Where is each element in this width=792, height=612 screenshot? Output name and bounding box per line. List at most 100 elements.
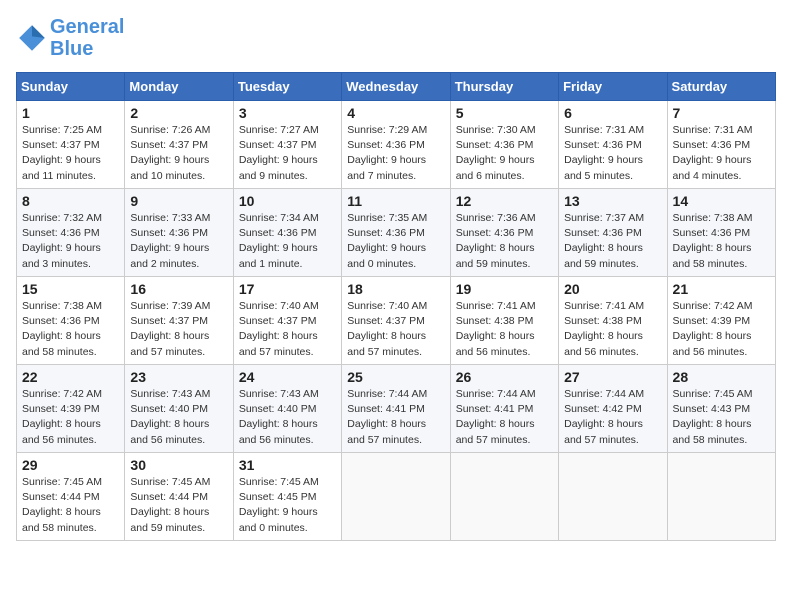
day-info: Sunrise: 7:30 AM Sunset: 4:36 PM Dayligh… (456, 123, 553, 184)
weekday-header-sunday: Sunday (17, 73, 125, 101)
calendar-cell: 27 Sunrise: 7:44 AM Sunset: 4:42 PM Dayl… (559, 365, 667, 453)
day-number: 2 (130, 105, 227, 121)
day-info: Sunrise: 7:41 AM Sunset: 4:38 PM Dayligh… (564, 299, 661, 360)
calendar-cell: 30 Sunrise: 7:45 AM Sunset: 4:44 PM Dayl… (125, 453, 233, 541)
day-info: Sunrise: 7:26 AM Sunset: 4:37 PM Dayligh… (130, 123, 227, 184)
day-number: 12 (456, 193, 553, 209)
calendar-cell: 3 Sunrise: 7:27 AM Sunset: 4:37 PM Dayli… (233, 101, 341, 189)
calendar-cell: 13 Sunrise: 7:37 AM Sunset: 4:36 PM Dayl… (559, 189, 667, 277)
calendar-cell: 9 Sunrise: 7:33 AM Sunset: 4:36 PM Dayli… (125, 189, 233, 277)
calendar-cell: 28 Sunrise: 7:45 AM Sunset: 4:43 PM Dayl… (667, 365, 775, 453)
day-number: 26 (456, 369, 553, 385)
week-row-1: 1 Sunrise: 7:25 AM Sunset: 4:37 PM Dayli… (17, 101, 776, 189)
calendar-cell: 11 Sunrise: 7:35 AM Sunset: 4:36 PM Dayl… (342, 189, 450, 277)
day-info: Sunrise: 7:27 AM Sunset: 4:37 PM Dayligh… (239, 123, 336, 184)
day-info: Sunrise: 7:43 AM Sunset: 4:40 PM Dayligh… (130, 387, 227, 448)
logo-text-general: General (50, 16, 124, 38)
day-number: 27 (564, 369, 661, 385)
weekday-header-saturday: Saturday (667, 73, 775, 101)
week-row-3: 15 Sunrise: 7:38 AM Sunset: 4:36 PM Dayl… (17, 277, 776, 365)
day-number: 31 (239, 457, 336, 473)
week-row-4: 22 Sunrise: 7:42 AM Sunset: 4:39 PM Dayl… (17, 365, 776, 453)
day-number: 8 (22, 193, 119, 209)
calendar-cell: 14 Sunrise: 7:38 AM Sunset: 4:36 PM Dayl… (667, 189, 775, 277)
day-info: Sunrise: 7:44 AM Sunset: 4:41 PM Dayligh… (456, 387, 553, 448)
calendar-cell: 26 Sunrise: 7:44 AM Sunset: 4:41 PM Dayl… (450, 365, 558, 453)
day-info: Sunrise: 7:45 AM Sunset: 4:43 PM Dayligh… (673, 387, 770, 448)
calendar-cell: 23 Sunrise: 7:43 AM Sunset: 4:40 PM Dayl… (125, 365, 233, 453)
day-info: Sunrise: 7:31 AM Sunset: 4:36 PM Dayligh… (564, 123, 661, 184)
weekday-header-friday: Friday (559, 73, 667, 101)
day-number: 14 (673, 193, 770, 209)
day-number: 5 (456, 105, 553, 121)
day-info: Sunrise: 7:42 AM Sunset: 4:39 PM Dayligh… (673, 299, 770, 360)
day-info: Sunrise: 7:35 AM Sunset: 4:36 PM Dayligh… (347, 211, 444, 272)
weekday-header-monday: Monday (125, 73, 233, 101)
day-info: Sunrise: 7:40 AM Sunset: 4:37 PM Dayligh… (347, 299, 444, 360)
day-number: 20 (564, 281, 661, 297)
day-info: Sunrise: 7:36 AM Sunset: 4:36 PM Dayligh… (456, 211, 553, 272)
calendar-table: SundayMondayTuesdayWednesdayThursdayFrid… (16, 72, 776, 541)
calendar-cell: 16 Sunrise: 7:39 AM Sunset: 4:37 PM Dayl… (125, 277, 233, 365)
day-number: 4 (347, 105, 444, 121)
day-info: Sunrise: 7:45 AM Sunset: 4:44 PM Dayligh… (22, 475, 119, 536)
calendar-cell: 7 Sunrise: 7:31 AM Sunset: 4:36 PM Dayli… (667, 101, 775, 189)
day-number: 13 (564, 193, 661, 209)
day-number: 24 (239, 369, 336, 385)
calendar-cell (342, 453, 450, 541)
day-info: Sunrise: 7:39 AM Sunset: 4:37 PM Dayligh… (130, 299, 227, 360)
page-header: General Blue (16, 16, 776, 60)
calendar-cell: 1 Sunrise: 7:25 AM Sunset: 4:37 PM Dayli… (17, 101, 125, 189)
weekday-header-thursday: Thursday (450, 73, 558, 101)
calendar-cell (667, 453, 775, 541)
calendar-cell: 22 Sunrise: 7:42 AM Sunset: 4:39 PM Dayl… (17, 365, 125, 453)
calendar-cell (450, 453, 558, 541)
calendar-cell: 25 Sunrise: 7:44 AM Sunset: 4:41 PM Dayl… (342, 365, 450, 453)
day-number: 10 (239, 193, 336, 209)
calendar-cell: 5 Sunrise: 7:30 AM Sunset: 4:36 PM Dayli… (450, 101, 558, 189)
day-info: Sunrise: 7:41 AM Sunset: 4:38 PM Dayligh… (456, 299, 553, 360)
day-info: Sunrise: 7:45 AM Sunset: 4:45 PM Dayligh… (239, 475, 336, 536)
calendar-cell: 17 Sunrise: 7:40 AM Sunset: 4:37 PM Dayl… (233, 277, 341, 365)
day-number: 15 (22, 281, 119, 297)
day-info: Sunrise: 7:37 AM Sunset: 4:36 PM Dayligh… (564, 211, 661, 272)
day-number: 3 (239, 105, 336, 121)
day-number: 7 (673, 105, 770, 121)
day-info: Sunrise: 7:34 AM Sunset: 4:36 PM Dayligh… (239, 211, 336, 272)
day-info: Sunrise: 7:40 AM Sunset: 4:37 PM Dayligh… (239, 299, 336, 360)
day-number: 29 (22, 457, 119, 473)
calendar-cell: 6 Sunrise: 7:31 AM Sunset: 4:36 PM Dayli… (559, 101, 667, 189)
day-number: 17 (239, 281, 336, 297)
day-info: Sunrise: 7:31 AM Sunset: 4:36 PM Dayligh… (673, 123, 770, 184)
day-info: Sunrise: 7:33 AM Sunset: 4:36 PM Dayligh… (130, 211, 227, 272)
logo-icon (16, 22, 48, 54)
calendar-cell: 8 Sunrise: 7:32 AM Sunset: 4:36 PM Dayli… (17, 189, 125, 277)
day-number: 21 (673, 281, 770, 297)
day-info: Sunrise: 7:43 AM Sunset: 4:40 PM Dayligh… (239, 387, 336, 448)
day-number: 30 (130, 457, 227, 473)
day-number: 25 (347, 369, 444, 385)
calendar-cell (559, 453, 667, 541)
day-number: 22 (22, 369, 119, 385)
calendar-cell: 31 Sunrise: 7:45 AM Sunset: 4:45 PM Dayl… (233, 453, 341, 541)
day-info: Sunrise: 7:29 AM Sunset: 4:36 PM Dayligh… (347, 123, 444, 184)
calendar-cell: 29 Sunrise: 7:45 AM Sunset: 4:44 PM Dayl… (17, 453, 125, 541)
day-number: 28 (673, 369, 770, 385)
day-info: Sunrise: 7:25 AM Sunset: 4:37 PM Dayligh… (22, 123, 119, 184)
weekday-header-row: SundayMondayTuesdayWednesdayThursdayFrid… (17, 73, 776, 101)
calendar-cell: 18 Sunrise: 7:40 AM Sunset: 4:37 PM Dayl… (342, 277, 450, 365)
weekday-header-tuesday: Tuesday (233, 73, 341, 101)
day-number: 6 (564, 105, 661, 121)
day-info: Sunrise: 7:38 AM Sunset: 4:36 PM Dayligh… (673, 211, 770, 272)
calendar-cell: 2 Sunrise: 7:26 AM Sunset: 4:37 PM Dayli… (125, 101, 233, 189)
logo: General Blue (16, 16, 124, 60)
day-info: Sunrise: 7:38 AM Sunset: 4:36 PM Dayligh… (22, 299, 119, 360)
week-row-2: 8 Sunrise: 7:32 AM Sunset: 4:36 PM Dayli… (17, 189, 776, 277)
calendar-cell: 19 Sunrise: 7:41 AM Sunset: 4:38 PM Dayl… (450, 277, 558, 365)
day-number: 23 (130, 369, 227, 385)
day-number: 1 (22, 105, 119, 121)
day-info: Sunrise: 7:45 AM Sunset: 4:44 PM Dayligh… (130, 475, 227, 536)
calendar-cell: 4 Sunrise: 7:29 AM Sunset: 4:36 PM Dayli… (342, 101, 450, 189)
calendar-cell: 15 Sunrise: 7:38 AM Sunset: 4:36 PM Dayl… (17, 277, 125, 365)
day-number: 11 (347, 193, 444, 209)
